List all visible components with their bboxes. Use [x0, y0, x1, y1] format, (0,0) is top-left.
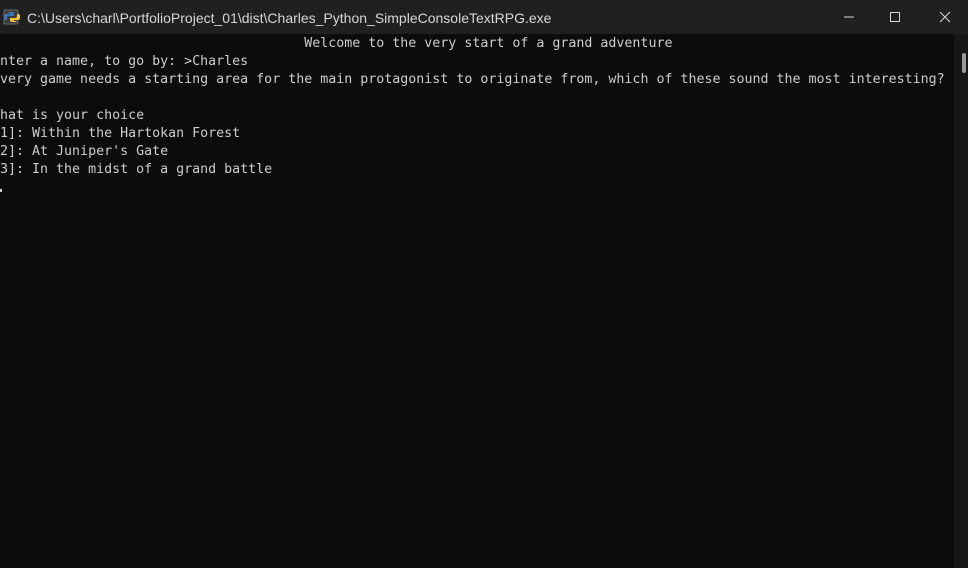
- close-button[interactable]: [922, 0, 968, 34]
- console-line: Every game needs a starting area for the…: [0, 72, 945, 87]
- maximize-button[interactable]: [872, 0, 918, 34]
- console-line: [3]: In the midst of a grand battle: [0, 162, 273, 177]
- maximize-icon: [890, 12, 900, 22]
- minimize-icon: [844, 16, 854, 18]
- console-window: C:\Users\charl\PortfolioProject_01\dist\…: [0, 0, 968, 568]
- scrollbar-thumb[interactable]: [962, 53, 966, 73]
- close-icon: [939, 11, 951, 23]
- console-line: [2]: At Juniper's Gate: [0, 144, 169, 159]
- vertical-scrollbar[interactable]: [954, 34, 968, 568]
- console-line: What is your choice: [0, 108, 145, 123]
- window-title: C:\Users\charl\PortfolioProject_01\dist\…: [27, 10, 552, 26]
- console-output[interactable]: Welcome to the very start of a grand adv…: [0, 34, 954, 568]
- text-cursor: [0, 189, 2, 192]
- console-line: [1]: Within the Hartokan Forest: [0, 126, 241, 141]
- minimize-button[interactable]: [826, 0, 872, 34]
- console-line: Welcome to the very start of a grand adv…: [0, 36, 673, 51]
- python-icon: [3, 8, 21, 26]
- console-line: Enter a name, to go by: >Charles: [0, 54, 249, 69]
- title-bar[interactable]: C:\Users\charl\PortfolioProject_01\dist\…: [0, 0, 968, 34]
